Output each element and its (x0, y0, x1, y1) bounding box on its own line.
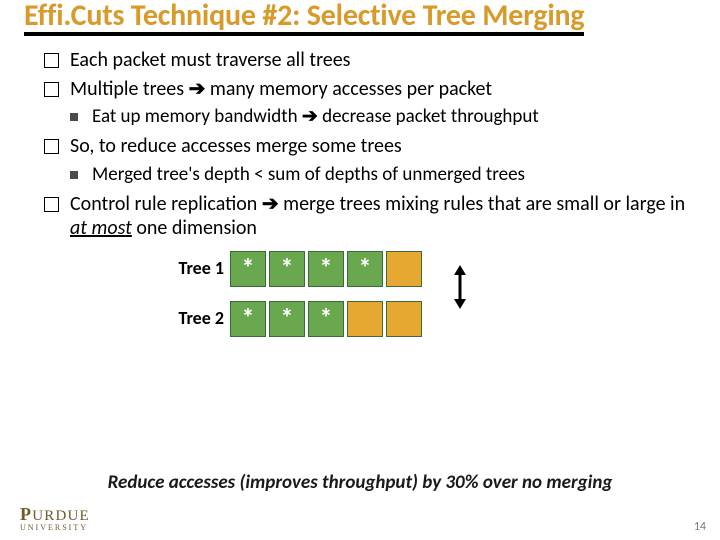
tree-1-label: Tree 1 (164, 258, 224, 280)
tree2-cell: * (308, 301, 344, 337)
bullet-4: Control rule replication ➔ merge trees m… (44, 192, 690, 241)
tree2-cell (347, 301, 383, 337)
logo-sub: UNIVERSITY (20, 523, 90, 532)
subbullet-2: Eat up memory bandwidth ➔ decrease packe… (70, 105, 690, 128)
square-icon (70, 171, 78, 179)
tree1-cell: * (347, 251, 383, 287)
double-arrow-icon (450, 265, 470, 309)
checkbox-icon (44, 82, 59, 97)
sub-2-text-a: Eat up memory bandwidth (92, 105, 302, 128)
tree-row-1: Tree 1 * * * * (164, 251, 690, 287)
checkbox-icon (44, 139, 59, 154)
bullet-4-text-d: one dimension (132, 216, 257, 240)
arrow-icon: ➔ (302, 106, 318, 127)
arrow-icon: ➔ (189, 78, 206, 100)
tree-row-2: Tree 2 * * * (164, 301, 690, 337)
tree1-cell (386, 251, 422, 287)
tree1-cell: * (308, 251, 344, 287)
bullet-1: Each packet must traverse all trees (44, 48, 690, 72)
content-area: Each packet must traverse all trees Mult… (0, 38, 720, 336)
bullet-4-emph: at most (70, 216, 132, 240)
subbullet-3: Merged tree's depth < sum of depths of u… (70, 163, 690, 186)
checkbox-icon (44, 53, 59, 68)
bullet-4-text-a: Control rule replication (70, 192, 262, 216)
bullet-4-text-b: merge trees mixing rules that are small … (279, 192, 686, 216)
checkbox-icon (44, 197, 59, 212)
tree2-cell: * (269, 301, 305, 337)
tree2-cell: * (230, 301, 266, 337)
footer-claim: Reduce accesses (improves throughput) by… (0, 471, 720, 494)
bullet-3: So, to reduce accesses merge some trees (44, 134, 690, 158)
bullet-3-text: So, to reduce accesses merge some trees (70, 134, 402, 158)
sub-2-text-b: decrease packet throughput (318, 105, 539, 128)
bullet-2: Multiple trees ➔ many memory accesses pe… (44, 77, 690, 101)
tree1-cell: * (230, 251, 266, 287)
bullet-2-text-a: Multiple trees (70, 77, 189, 101)
tree1-cell: * (269, 251, 305, 287)
page-number: 14 (694, 520, 706, 534)
logo-text: PPURDUEURDUE (20, 504, 90, 525)
tree2-cell (386, 301, 422, 337)
logo: PPURDUEURDUE UNIVERSITY (20, 504, 90, 532)
tree-diagram: Tree 1 * * * * Tree 2 * * * (164, 251, 690, 337)
sub-3-text: Merged tree's depth < sum of depths of u… (92, 163, 525, 186)
page-title: Effi.Cuts Technique #2: Selective Tree M… (24, 0, 584, 36)
square-icon (70, 113, 78, 121)
bullet-2-text-b: many memory accesses per packet (205, 77, 492, 101)
bullet-1-text: Each packet must traverse all trees (70, 48, 351, 72)
arrow-icon: ➔ (262, 193, 279, 215)
tree-2-label: Tree 2 (164, 308, 224, 330)
